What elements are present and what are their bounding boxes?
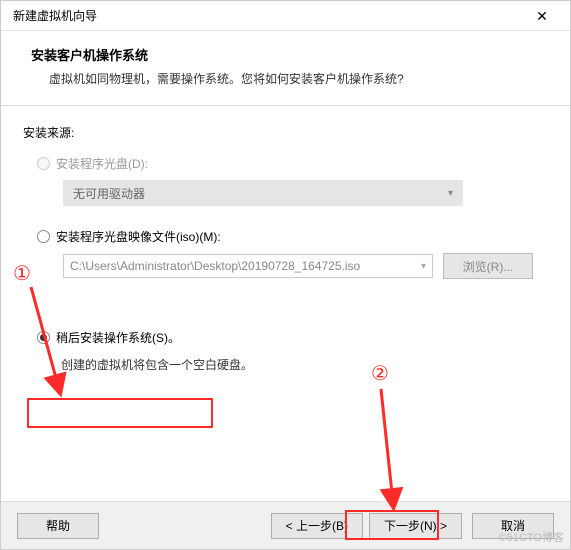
close-icon[interactable]: ✕ xyxy=(522,2,562,30)
help-button[interactable]: 帮助 xyxy=(17,513,99,539)
chevron-down-icon: ▾ xyxy=(448,188,453,199)
header-subtitle: 虚拟机如同物理机，需要操作系统。您将如何安装客户机操作系统? xyxy=(31,70,550,87)
drive-dropdown: 无可用驱动器 ▾ xyxy=(63,180,463,206)
window-title: 新建虚拟机向导 xyxy=(13,7,97,24)
next-button[interactable]: 下一步(N) > xyxy=(369,513,462,539)
header-title: 安装客户机操作系统 xyxy=(31,45,550,64)
iso-path-input[interactable]: C:\Users\Administrator\Desktop\20190728_… xyxy=(63,254,433,278)
watermark: ©51CTO博客 xyxy=(499,529,564,545)
later-section: 稍后安装操作系统(S)。 创建的虚拟机将包含一个空白硬盘。 xyxy=(23,329,548,373)
dropdown-placeholder: 无可用驱动器 xyxy=(73,185,145,202)
chevron-down-icon: ▾ xyxy=(421,261,426,272)
wizard-footer: 帮助 < 上一步(B) 下一步(N) > 取消 xyxy=(1,501,570,549)
red-highlight-later xyxy=(27,398,213,428)
titlebar: 新建虚拟机向导 ✕ xyxy=(1,1,570,31)
red-arrow-two xyxy=(371,385,421,511)
later-description: 创建的虚拟机将包含一个空白硬盘。 xyxy=(61,356,548,373)
wizard-dialog: 新建虚拟机向导 ✕ 安装客户机操作系统 虚拟机如同物理机，需要操作系统。您将如何… xyxy=(0,0,571,550)
option-installer-disc[interactable]: 安装程序光盘(D): xyxy=(37,155,548,172)
radio-icon xyxy=(37,331,50,344)
option-later-label: 稍后安装操作系统(S)。 xyxy=(56,329,180,346)
iso-path-text: C:\Users\Administrator\Desktop\20190728_… xyxy=(70,259,360,273)
wizard-header: 安装客户机操作系统 虚拟机如同物理机，需要操作系统。您将如何安装客户机操作系统? xyxy=(1,31,570,106)
iso-row: C:\Users\Administrator\Desktop\20190728_… xyxy=(63,253,548,279)
back-button[interactable]: < 上一步(B) xyxy=(271,513,363,539)
radio-icon xyxy=(37,157,50,170)
option-iso-file[interactable]: 安装程序光盘映像文件(iso)(M): xyxy=(37,228,548,245)
option-iso-label: 安装程序光盘映像文件(iso)(M): xyxy=(56,228,221,245)
browse-button[interactable]: 浏览(R)... xyxy=(443,253,533,279)
install-source-label: 安装来源: xyxy=(23,124,548,141)
content-area: 安装来源: 安装程序光盘(D): 无可用驱动器 ▾ 安装程序光盘映像文件(iso… xyxy=(1,106,570,373)
option-install-later[interactable]: 稍后安装操作系统(S)。 xyxy=(37,329,548,346)
browse-label: 浏览(R)... xyxy=(463,258,514,275)
radio-icon xyxy=(37,230,50,243)
option-disc-label: 安装程序光盘(D): xyxy=(56,155,148,172)
